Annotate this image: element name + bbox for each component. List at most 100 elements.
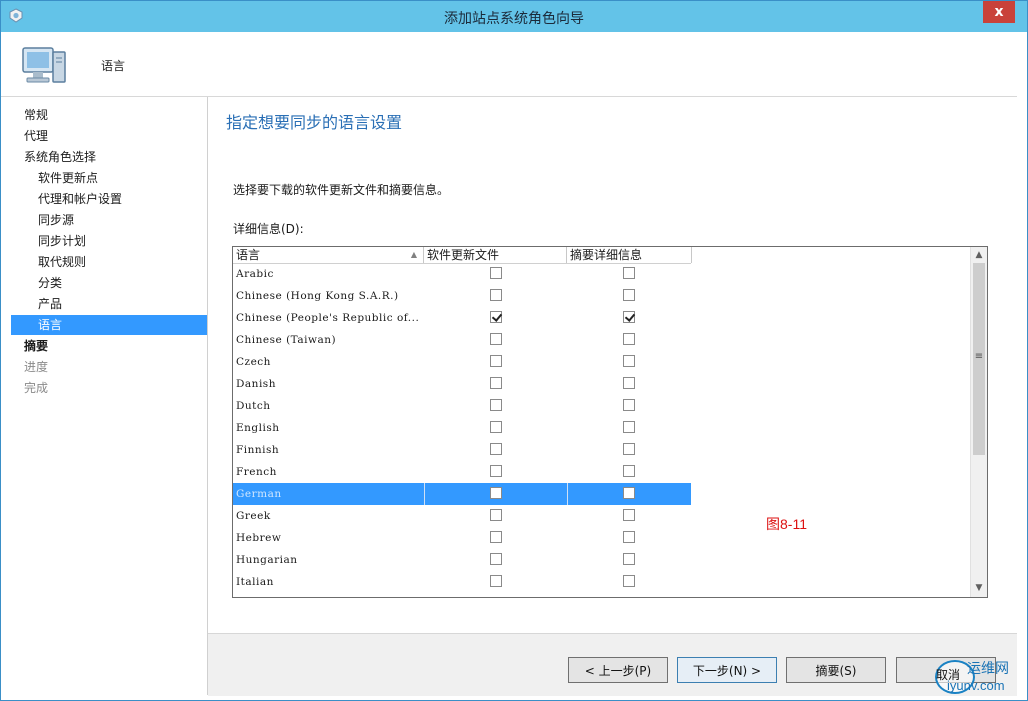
update-files-checkbox[interactable] [490, 487, 502, 499]
summary-details-checkbox[interactable] [623, 399, 635, 411]
language-name: Chinese (Taiwan) [236, 334, 337, 346]
table-row[interactable]: Arabic [233, 263, 691, 285]
summary-button[interactable]: 摘要(S) [786, 657, 886, 683]
table-row[interactable]: Finnish [233, 439, 691, 461]
table-row[interactable]: Greek [233, 505, 691, 527]
column-header-language[interactable]: 语言 ▲ [233, 247, 424, 263]
scroll-thumb[interactable]: ≡ [973, 263, 985, 455]
language-name: Czech [236, 356, 271, 368]
language-name: Chinese (Hong Kong S.A.R.) [236, 290, 399, 302]
nav-item-languages[interactable]: 语言 [11, 315, 207, 335]
figure-label: 图8-11 [766, 516, 807, 532]
summary-details-checkbox[interactable] [623, 509, 635, 521]
table-row[interactable]: Hungarian [233, 549, 691, 571]
column-header-update-files[interactable]: 软件更新文件 [424, 247, 567, 263]
details-label: 详细信息(D): [233, 222, 304, 236]
language-name: English [236, 422, 280, 434]
page-header: 语言 [1, 32, 1017, 97]
watermark-logo: 取消 运维网 iyunv.com [927, 656, 1025, 696]
nav-item-progress: 进度 [24, 360, 49, 374]
table-row[interactable]: Hebrew [233, 527, 691, 549]
summary-details-checkbox[interactable] [623, 575, 635, 587]
nav-item-software-update-point[interactable]: 软件更新点 [11, 168, 207, 188]
nav-item-sync-source[interactable]: 同步源 [11, 210, 207, 230]
wizard-nav: 常规 代理 系统角色选择 软件更新点 代理和帐户设置 同步源 同步计划 取代规则… [11, 97, 208, 695]
scroll-up-icon[interactable]: ▲ [971, 247, 987, 263]
summary-details-checkbox[interactable] [623, 531, 635, 543]
update-files-checkbox[interactable] [490, 553, 502, 565]
table-row[interactable]: French [233, 461, 691, 483]
wizard-window: 添加站点系统角色向导 x 语言 常规 代理 系统角色选择 软件更新点 代理和帐户… [0, 0, 1028, 701]
update-files-checkbox[interactable] [490, 443, 502, 455]
nav-item-proxy-account[interactable]: 代理和帐户设置 [11, 189, 207, 209]
update-files-checkbox[interactable] [490, 421, 502, 433]
previous-button[interactable]: < 上一步(P) [568, 657, 668, 683]
summary-details-checkbox[interactable] [623, 553, 635, 565]
summary-details-checkbox[interactable] [623, 289, 635, 301]
nav-item-classifications[interactable]: 分类 [11, 273, 207, 293]
update-files-checkbox[interactable] [490, 531, 502, 543]
language-name: Dutch [236, 400, 271, 412]
window-title: 添加站点系统角色向导 [444, 11, 584, 27]
close-button[interactable]: x [983, 1, 1015, 23]
language-grid[interactable]: 语言 ▲ 软件更新文件 摘要详细信息 Arabic Chinese (Hong K… [232, 246, 988, 598]
update-files-checkbox[interactable] [490, 465, 502, 477]
summary-details-checkbox[interactable] [623, 421, 635, 433]
computer-icon [22, 47, 66, 83]
row-divider [567, 483, 568, 505]
update-files-checkbox[interactable] [490, 509, 502, 521]
watermark-url: iyunv.com [947, 678, 1005, 693]
table-row[interactable]: Chinese (Taiwan) [233, 329, 691, 351]
table-row[interactable]: Chinese (People's Republic of... [233, 307, 691, 329]
update-files-checkbox[interactable] [490, 267, 502, 279]
title-bar[interactable]: 添加站点系统角色向导 x [1, 1, 1027, 32]
table-row[interactable]: Danish [233, 373, 691, 395]
nav-item-role-selection[interactable]: 系统角色选择 [11, 147, 207, 167]
table-row[interactable]: Chinese (Hong Kong S.A.R.) [233, 285, 691, 307]
instruction-text: 选择要下载的软件更新文件和摘要信息。 [233, 183, 450, 197]
watermark-text: 运维网 [967, 661, 1009, 677]
column-header-summary-details[interactable]: 摘要详细信息 [567, 247, 692, 263]
language-name: Greek [236, 510, 271, 522]
main-panel: 指定想要同步的语言设置 选择要下载的软件更新文件和摘要信息。 详细信息(D): … [208, 97, 1017, 633]
summary-details-checkbox[interactable] [623, 267, 635, 279]
scroll-down-icon[interactable]: ▼ [971, 580, 987, 596]
summary-details-checkbox[interactable] [623, 355, 635, 367]
summary-details-checkbox[interactable] [623, 465, 635, 477]
summary-details-checkbox[interactable] [623, 487, 635, 499]
vertical-scrollbar[interactable]: ▲ ≡ ▼ [970, 247, 987, 597]
row-divider [424, 483, 425, 505]
nav-item-proxy[interactable]: 代理 [11, 126, 207, 146]
summary-details-checkbox[interactable] [623, 377, 635, 389]
summary-details-checkbox[interactable] [623, 333, 635, 345]
page-heading: 指定想要同步的语言设置 [226, 113, 403, 132]
update-files-checkbox[interactable] [490, 333, 502, 345]
button-bar: < 上一步(P) 下一步(N) > 摘要(S) [208, 633, 1017, 696]
page-title: 语言 [101, 59, 126, 73]
nav-item-products[interactable]: 产品 [11, 294, 207, 314]
update-files-checkbox[interactable] [490, 377, 502, 389]
language-name: Italian [236, 576, 274, 588]
nav-item-supersedence[interactable]: 取代规则 [11, 252, 207, 272]
table-row[interactable]: Dutch [233, 395, 691, 417]
nav-item-completion: 完成 [24, 381, 49, 395]
nav-item-general[interactable]: 常规 [11, 105, 207, 125]
next-button[interactable]: 下一步(N) > [677, 657, 777, 683]
nav-item-summary[interactable]: 摘要 [11, 336, 207, 356]
language-name: Hebrew [236, 532, 282, 544]
update-files-checkbox[interactable] [490, 355, 502, 367]
table-row[interactable]: Italian [233, 571, 691, 593]
nav-item-sync-schedule[interactable]: 同步计划 [11, 231, 207, 251]
language-name: Finnish [236, 444, 280, 456]
grid-header: 语言 ▲ 软件更新文件 摘要详细信息 [233, 247, 692, 264]
summary-details-checkbox[interactable] [623, 443, 635, 455]
summary-details-checkbox[interactable] [623, 311, 635, 323]
update-files-checkbox[interactable] [490, 399, 502, 411]
update-files-checkbox[interactable] [490, 289, 502, 301]
update-files-checkbox[interactable] [490, 311, 502, 323]
table-row[interactable]: Czech [233, 351, 691, 373]
update-files-checkbox[interactable] [490, 575, 502, 587]
table-row[interactable]: German [233, 483, 691, 505]
language-name: Arabic [236, 268, 274, 280]
table-row[interactable]: English [233, 417, 691, 439]
